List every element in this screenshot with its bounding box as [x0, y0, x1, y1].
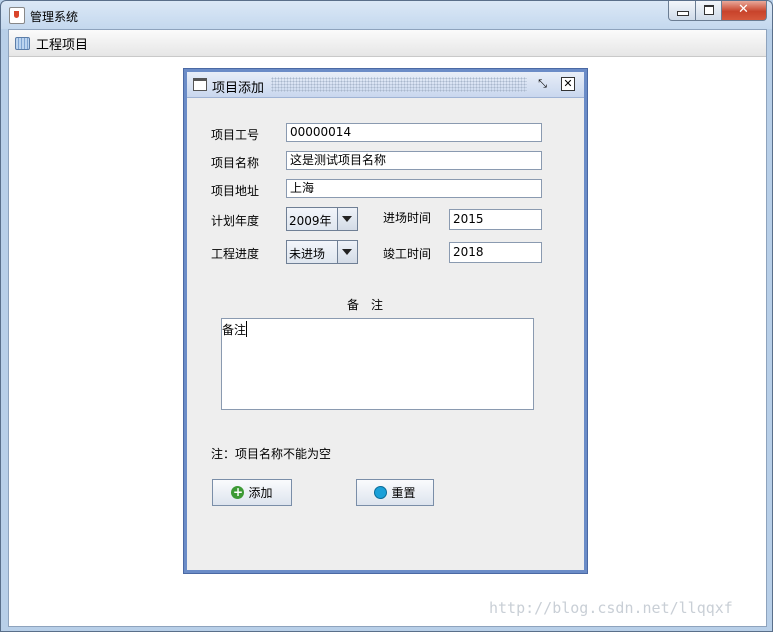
frame-window-icon [193, 78, 207, 91]
remark-textarea[interactable]: 备注 [221, 318, 534, 410]
project-add-frame: 项目添加 ⤡ ✕ 项目工号 00000014 项目名称 这是测试项目名称 项目地… [184, 69, 587, 573]
text-caret [246, 321, 247, 337]
minimize-icon [677, 11, 689, 16]
menu-item-label: 工程项目 [36, 37, 89, 53]
window-titlebar[interactable]: 管理系统 ✕ [1, 1, 772, 29]
close-button[interactable]: ✕ [722, 1, 767, 21]
frame-title: 项目添加 [212, 81, 265, 96]
main-window: 管理系统 ✕ 工程项目 项目添加 ⤡ ✕ 项目工号 00000014 项目名称 [0, 0, 773, 632]
project-name-field[interactable]: 这是测试项目名称 [286, 151, 542, 170]
frame-restore-button[interactable]: ⤡ [535, 76, 550, 91]
project-address-field[interactable]: 上海 [286, 179, 542, 198]
minimize-button[interactable] [668, 1, 696, 21]
completion-time-label: 竣工时间 [383, 247, 432, 261]
menu-item-project[interactable]: 工程项目 [15, 34, 89, 53]
chevron-down-icon[interactable] [337, 241, 357, 263]
desktop-pane: 工程项目 项目添加 ⤡ ✕ 项目工号 00000014 项目名称 这是测试项目名… [8, 29, 767, 627]
entry-time-label: 进场时间 [383, 211, 432, 225]
window-title: 管理系统 [30, 10, 79, 24]
progress-value: 未进场 [289, 247, 326, 261]
remark-text: 备注 [222, 323, 247, 337]
project-no-field[interactable]: 00000014 [286, 123, 542, 142]
progress-select[interactable]: 未进场 [286, 240, 358, 264]
add-button[interactable]: + 添加 [212, 479, 292, 506]
remark-label: 备 注 [347, 298, 384, 312]
plan-year-select[interactable]: 2009年 [286, 207, 358, 231]
add-button-label: 添加 [248, 486, 273, 500]
maximize-button[interactable] [696, 1, 722, 21]
project-no-label: 项目工号 [211, 128, 260, 142]
reset-button[interactable]: 重置 [356, 479, 434, 506]
reset-button-label: 重置 [391, 486, 416, 500]
plan-year-label: 计划年度 [211, 214, 260, 228]
chevron-down-icon[interactable] [337, 208, 357, 230]
watermark: http://blog.csdn.net/llqqxf [489, 599, 733, 617]
entry-time-field[interactable]: 2015 [449, 209, 542, 230]
progress-label: 工程进度 [211, 247, 260, 261]
close-icon: ✕ [738, 2, 749, 17]
frame-titlebar[interactable]: 项目添加 ⤡ ✕ [187, 72, 584, 98]
frame-close-button[interactable]: ✕ [561, 77, 575, 91]
validation-note: 注：项目名称不能为空 [211, 447, 332, 461]
titlebar-grip [271, 77, 527, 92]
completion-time-field[interactable]: 2018 [449, 242, 542, 263]
plan-year-value: 2009年 [289, 214, 332, 228]
add-icon: + [231, 485, 245, 499]
project-name-label: 项目名称 [211, 156, 260, 170]
maximize-icon [704, 5, 714, 15]
java-app-icon [9, 7, 25, 24]
menu-bar: 工程项目 [9, 30, 766, 57]
window-controls: ✕ [668, 1, 767, 21]
folder-list-icon [15, 36, 30, 50]
reset-icon [374, 486, 388, 499]
project-address-label: 项目地址 [211, 184, 260, 198]
